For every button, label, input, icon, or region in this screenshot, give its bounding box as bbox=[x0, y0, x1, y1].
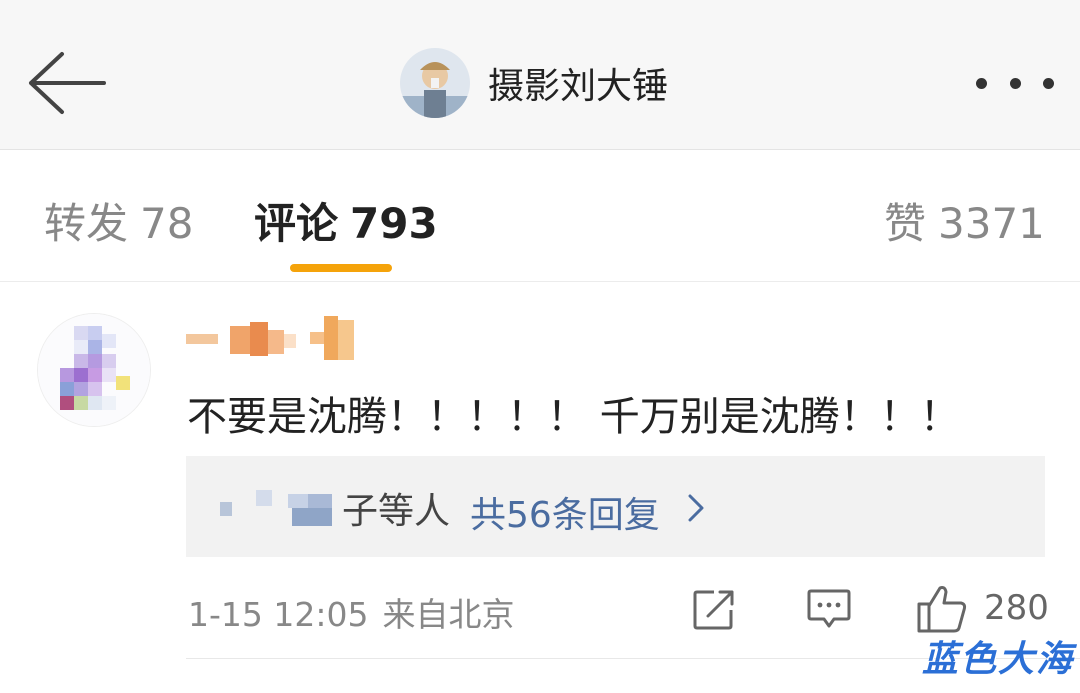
arrow-left-icon[interactable] bbox=[26, 50, 108, 116]
comment-text: 不要是沈腾！！！！！ 千万别是沈腾！！！ bbox=[187, 394, 960, 440]
thumbs-up-icon[interactable] bbox=[916, 584, 968, 634]
watermark: 蓝色大海 bbox=[922, 639, 1075, 680]
commenter-username[interactable] bbox=[186, 316, 366, 364]
active-tab-indicator bbox=[290, 264, 392, 272]
commenter-avatar[interactable] bbox=[37, 313, 151, 427]
blurred-reply-author bbox=[216, 486, 336, 530]
replies-preview[interactable]: 子等人 共56条回复 bbox=[186, 456, 1045, 557]
comment-meta: 1-15 12:05 来自北京 bbox=[188, 588, 515, 636]
top-bar: 摄影刘大锤 bbox=[0, 0, 1080, 150]
reply-authors: 子等人 bbox=[216, 486, 450, 532]
comment-date: 1-15 12:05 bbox=[188, 595, 369, 634]
tab-reposts-count: 78 bbox=[140, 199, 194, 248]
tab-likes-count: 3371 bbox=[938, 199, 1045, 248]
like-count: 280 bbox=[984, 588, 1049, 628]
author-avatar[interactable] bbox=[400, 48, 470, 118]
author-name[interactable]: 摄影刘大锤 bbox=[488, 57, 668, 109]
more-dots-icon[interactable] bbox=[976, 68, 1054, 98]
tab-bar: 转发 78 评论 793 赞 3371 bbox=[0, 150, 1080, 282]
tab-likes[interactable]: 赞 3371 bbox=[884, 190, 1045, 251]
tab-likes-label: 赞 bbox=[884, 199, 927, 248]
tab-reposts-label: 转发 bbox=[44, 199, 129, 248]
tab-comments-count: 793 bbox=[350, 199, 438, 248]
comment-icon[interactable] bbox=[806, 588, 852, 630]
author-header[interactable]: 摄影刘大锤 bbox=[400, 46, 668, 120]
view-replies-link[interactable]: 共56条回复 bbox=[470, 486, 660, 538]
comment-source: 来自北京 bbox=[382, 595, 515, 634]
tab-comments-label: 评论 bbox=[254, 199, 339, 248]
share-icon[interactable] bbox=[692, 588, 736, 632]
chevron-right-icon[interactable] bbox=[684, 492, 708, 524]
tab-comments[interactable]: 评论 793 bbox=[254, 190, 438, 251]
reply-authors-suffix: 子等人 bbox=[342, 491, 451, 532]
tab-reposts[interactable]: 转发 78 bbox=[44, 190, 193, 251]
